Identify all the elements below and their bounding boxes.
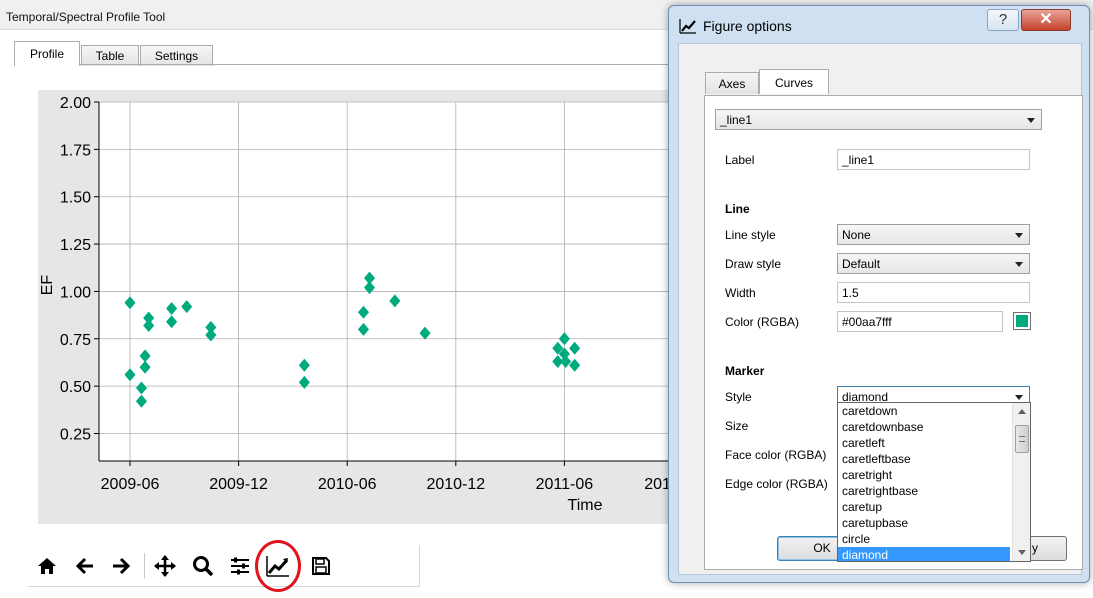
width-input[interactable]: 1.5 — [837, 282, 1030, 303]
curve-select-value: _line1 — [720, 113, 753, 127]
pan-icon[interactable] — [152, 553, 178, 579]
save-icon[interactable] — [308, 553, 334, 579]
scroll-up-icon[interactable] — [1018, 409, 1026, 414]
y-axis-label: EF — [39, 275, 56, 296]
marker-style-dropdown-list: caretdown caretdownbase caretleft caretleft… — [837, 402, 1031, 562]
dropdown-option[interactable]: caretleft — [838, 435, 1010, 451]
color-input[interactable]: #00aa7fff — [837, 311, 1003, 332]
zoom-icon[interactable] — [190, 553, 216, 579]
face-color-label: Face color (RGBA) — [725, 448, 827, 462]
x-tick-label: 2010-12 — [426, 476, 485, 493]
curve-select[interactable]: _line1 — [715, 109, 1042, 130]
x-tick-label: 2011-06 — [536, 476, 594, 493]
dropdown-option[interactable]: caretleftbase — [838, 451, 1010, 467]
dropdown-option[interactable]: diamond — [838, 547, 1010, 561]
marker-style-label: Style — [725, 390, 752, 404]
draw-style-label: Draw style — [725, 257, 782, 271]
toolbar-separator — [144, 553, 145, 579]
y-tick-label: 2.00 — [60, 95, 91, 112]
color-swatch-button[interactable] — [1013, 312, 1031, 330]
dropdown-items: caretdown caretdownbase caretleft caretleft… — [838, 403, 1030, 561]
dropdown-option[interactable]: caretrightbase — [838, 483, 1010, 499]
scroll-thumb[interactable] — [1015, 425, 1029, 453]
dropdown-option[interactable]: caretdown — [838, 403, 1010, 419]
x-tick-label: 2009-06 — [101, 476, 160, 493]
line-style-value: None — [842, 228, 871, 242]
y-tick-label: 1.25 — [60, 237, 91, 254]
plot-area — [99, 102, 680, 461]
scroll-down-icon[interactable] — [1018, 550, 1026, 555]
subplots-icon[interactable] — [227, 553, 253, 579]
x-axis-label: Time — [568, 497, 603, 514]
home-icon[interactable] — [34, 553, 60, 579]
forward-arrow-icon[interactable] — [108, 553, 134, 579]
chevron-down-icon — [1027, 118, 1035, 123]
help-button[interactable]: ? — [987, 9, 1019, 31]
line-style-label: Line style — [725, 228, 776, 242]
tab-axes[interactable]: Axes — [705, 72, 759, 94]
edge-color-label: Edge color (RGBA) — [725, 477, 828, 491]
color-swatch — [1016, 315, 1028, 327]
line-section-heading: Line — [725, 202, 750, 216]
x-tick-label: 2010-06 — [318, 476, 377, 493]
y-tick-label: 0.25 — [60, 427, 91, 444]
dropdown-option[interactable]: circle — [838, 531, 1010, 547]
chevron-down-icon — [1015, 395, 1023, 400]
x-tick-label: 2009-12 — [209, 476, 268, 493]
marker-size-label: Size — [725, 419, 749, 433]
width-label: Width — [725, 286, 756, 300]
y-tick-label: 0.50 — [60, 379, 91, 396]
chevron-down-icon — [1015, 233, 1023, 238]
dropdown-option[interactable]: caretup — [838, 499, 1010, 515]
scatter-plot[interactable]: 0.25 0.50 0.75 1.00 1.25 1.50 1.75 2.00 2009-06 2… — [0, 0, 680, 530]
dropdown-scrollbar[interactable] — [1012, 403, 1030, 561]
label-input[interactable]: _line1 — [837, 149, 1030, 170]
y-tick-label: 1.75 — [60, 142, 91, 159]
figure-options-icon — [679, 18, 697, 34]
plot-toolbar — [28, 545, 420, 587]
y-tick-label: 1.50 — [60, 190, 91, 207]
dropdown-option[interactable]: caretright — [838, 467, 1010, 483]
color-label: Color (RGBA) — [725, 315, 800, 329]
draw-style-value: Default — [842, 257, 881, 271]
tab-curves[interactable]: Curves — [759, 69, 829, 94]
dialog-title: Figure options — [703, 18, 792, 34]
label-field-label: Label — [725, 153, 755, 167]
line-style-select[interactable]: None — [837, 224, 1030, 245]
dropdown-option[interactable]: caretdownbase — [838, 419, 1010, 435]
dropdown-option[interactable]: caretupbase — [838, 515, 1010, 531]
grip-icon — [1019, 436, 1025, 442]
tab-profile[interactable]: Profile — [14, 41, 80, 66]
marker-section-heading: Marker — [725, 364, 765, 378]
highlight-circle-annotation — [255, 540, 301, 592]
back-arrow-icon[interactable] — [72, 553, 98, 579]
draw-style-select[interactable]: Default — [837, 253, 1030, 274]
y-tick-label: 1.00 — [60, 284, 91, 301]
chevron-down-icon — [1015, 262, 1023, 267]
close-button[interactable]: ✕ — [1021, 9, 1071, 31]
y-tick-label: 0.75 — [60, 332, 91, 349]
